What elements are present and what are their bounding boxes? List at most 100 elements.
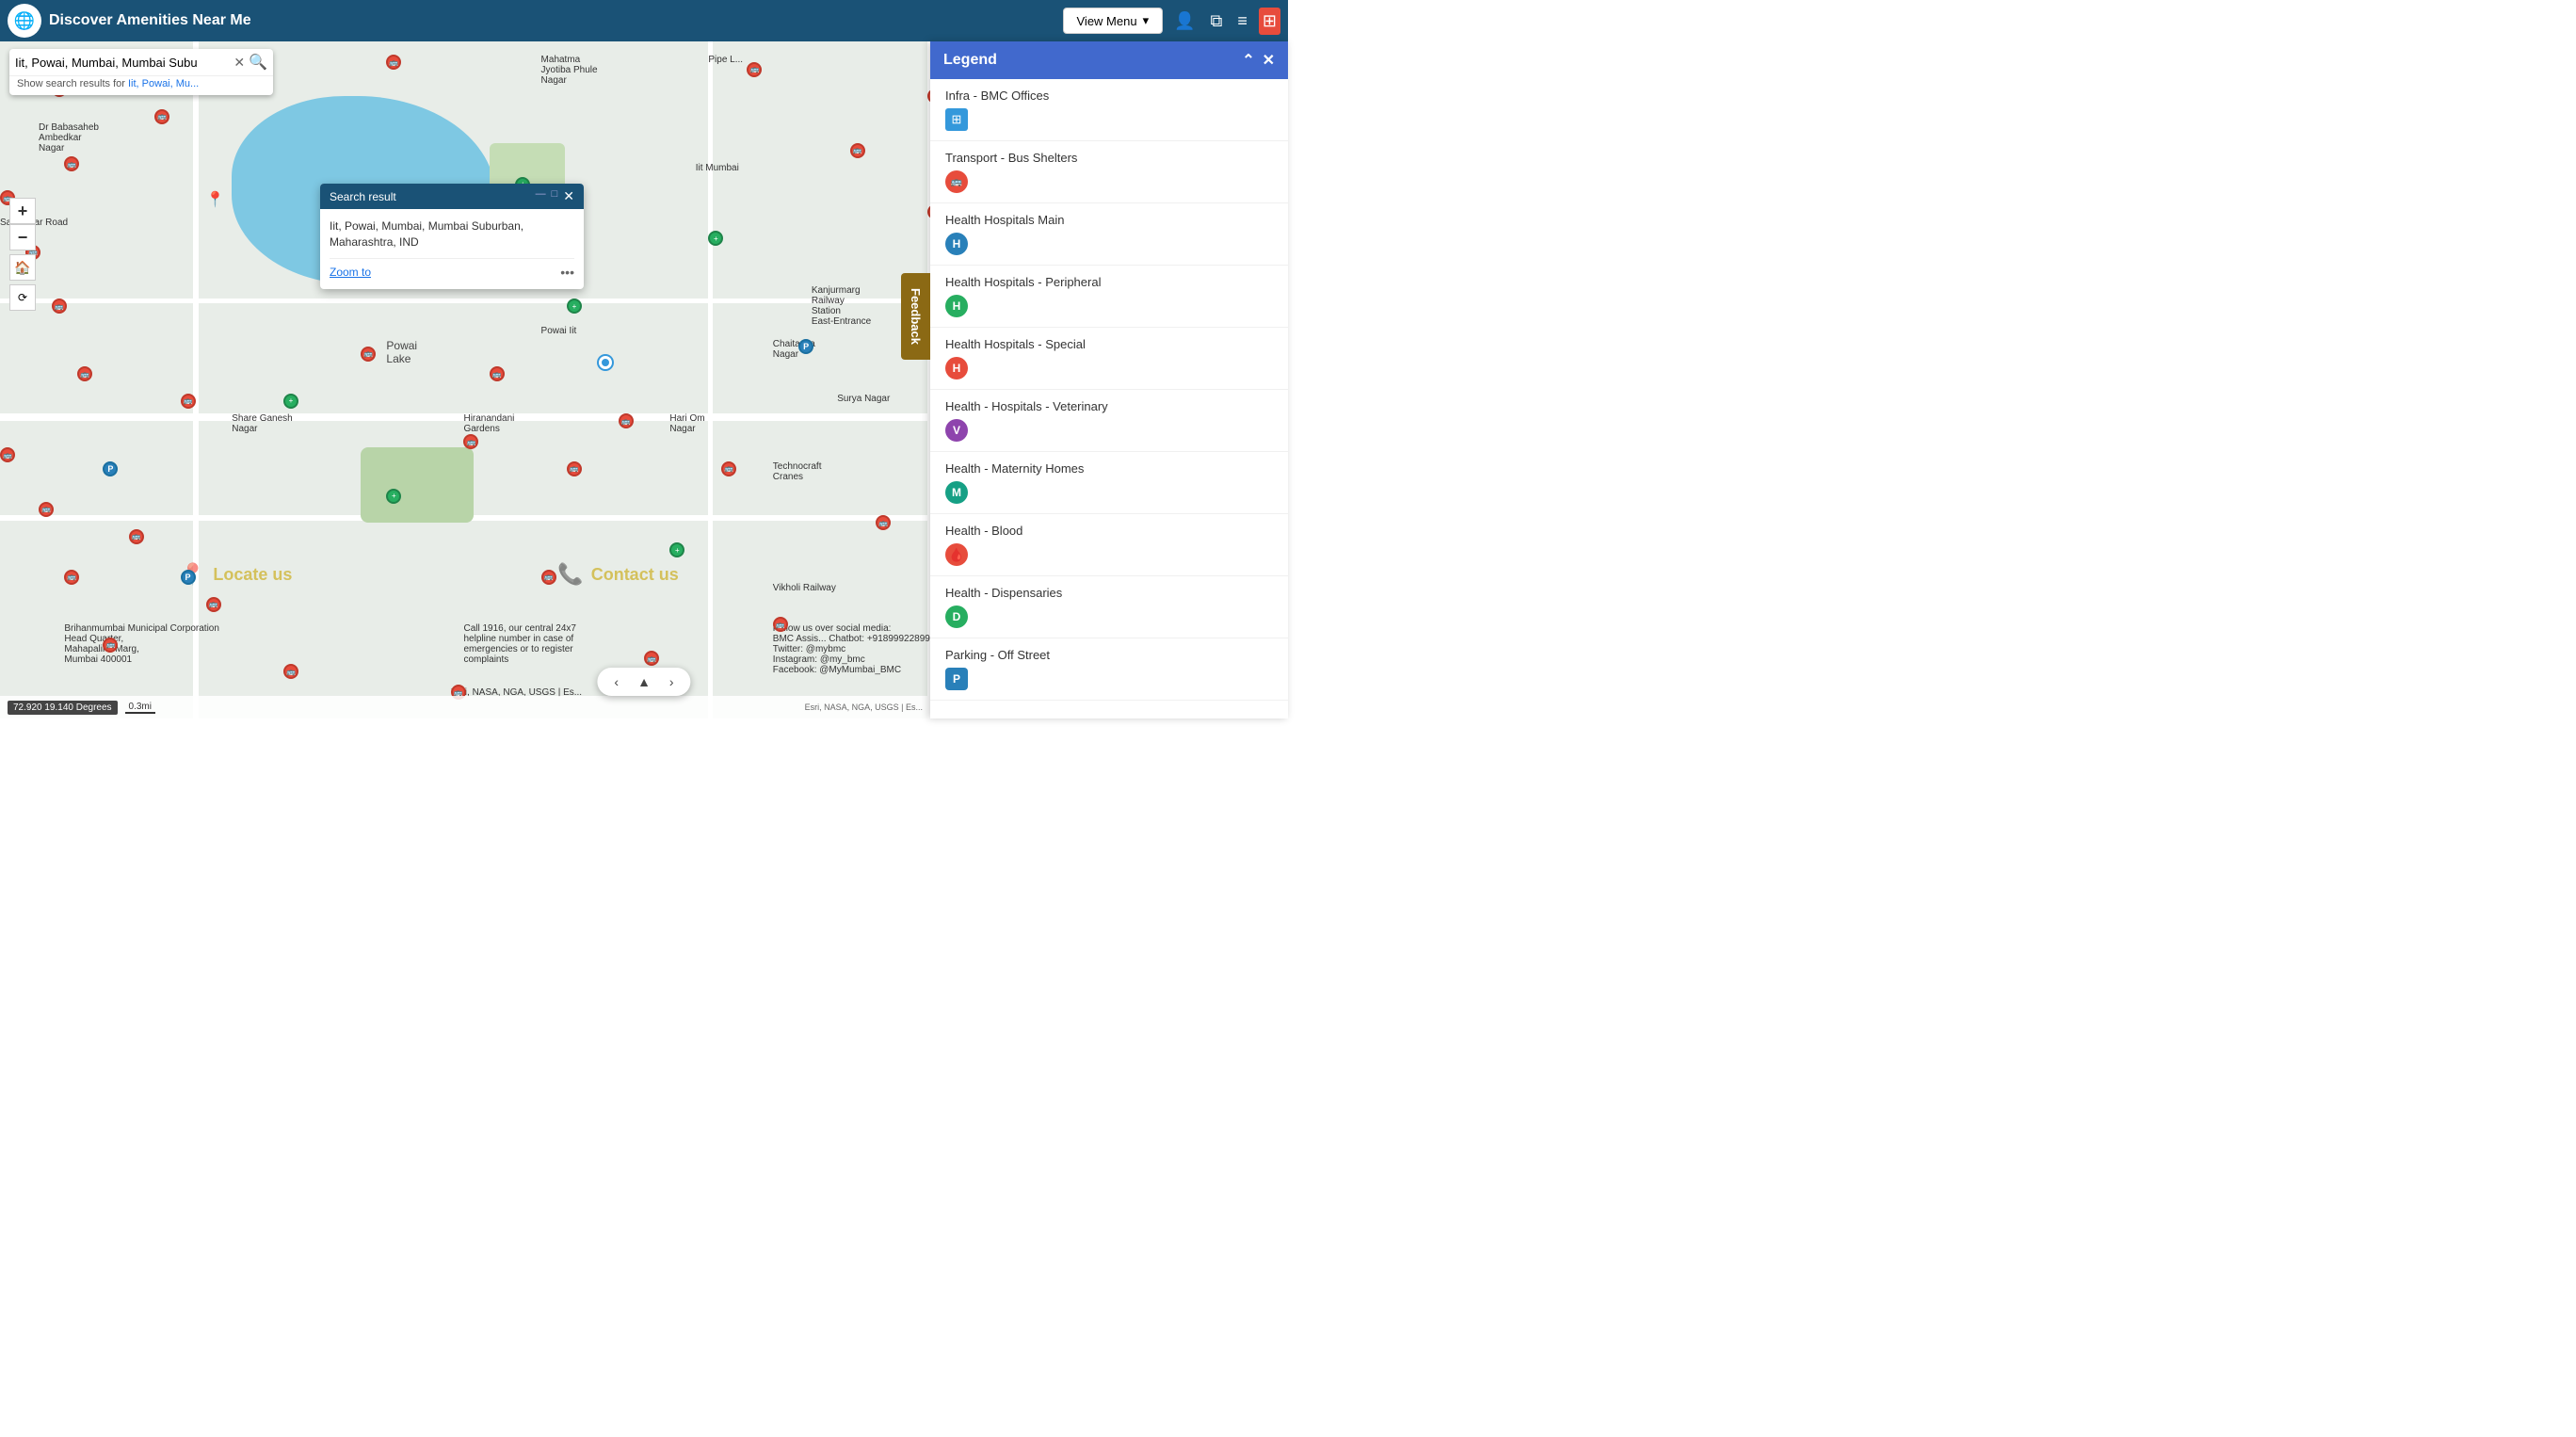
list-icon[interactable]: ≡	[1233, 8, 1251, 35]
feedback-tab[interactable]: Feedback	[901, 273, 930, 360]
bus-pin[interactable]: 🚌	[0, 447, 15, 462]
top-icons: 👤 ⧉ ≡ ⊞	[1170, 8, 1280, 35]
zoom-in-button[interactable]: +	[9, 198, 36, 224]
legend-item-hospitals-main: Health Hospitals Main H	[930, 203, 1288, 266]
map-label-pipe: Pipe L...	[708, 55, 743, 65]
search-input[interactable]	[15, 56, 230, 70]
bus-pin[interactable]: 🚌	[747, 62, 762, 77]
nav-prev-button[interactable]: ‹	[608, 671, 624, 692]
search-result-popup: Search result — □ ✕ Iit, Powai, Mumbai, …	[320, 184, 584, 289]
view-menu-button[interactable]: View Menu ▾	[1063, 8, 1164, 34]
legend-label-bmc-offices: Infra - BMC Offices	[945, 89, 1273, 103]
legend-label-bus-shelters: Transport - Bus Shelters	[945, 151, 1273, 165]
legend-close-button[interactable]: ✕	[1263, 51, 1275, 70]
hospitals-veterinary-icon: V	[945, 419, 968, 442]
bus-pin[interactable]: 🚌	[619, 413, 634, 428]
parking-pin[interactable]: P	[103, 461, 118, 476]
popup-close-button[interactable]: ✕	[563, 188, 574, 204]
popup-body: Iit, Powai, Mumbai, Mumbai Suburban, Mah…	[320, 209, 584, 289]
bus-pin[interactable]: 🚌	[876, 515, 891, 530]
map-label-dr-babasaheb: Dr BabasahebAmbedkarNagar	[39, 122, 99, 153]
parking-off-street-icon: P	[945, 668, 968, 690]
bus-pin[interactable]: 🚌	[129, 529, 144, 544]
popup-title: Search result	[330, 190, 396, 203]
topbar: 🌐 Discover Amenities Near Me View Menu ▾…	[0, 0, 1288, 41]
popup-header: Search result — □ ✕	[320, 184, 584, 209]
nav-next-button[interactable]: ›	[664, 671, 680, 692]
bus-pin[interactable]: 🚌	[490, 366, 505, 381]
bus-pin[interactable]: 🚌	[567, 461, 582, 476]
legend-label-parking-off-street: Parking - Off Street	[945, 648, 1273, 662]
chevron-down-icon: ▾	[1143, 13, 1150, 28]
dispensaries-icon: D	[945, 605, 968, 628]
parking-pin[interactable]: P	[798, 339, 813, 354]
grid-icon[interactable]: ⊞	[1259, 8, 1280, 35]
clear-search-button[interactable]: ✕	[233, 55, 245, 71]
bus-pin[interactable]: 🚌	[644, 651, 659, 666]
app-title: Discover Amenities Near Me	[49, 12, 1063, 29]
coordinates-display: 72.920 19.140 Degrees	[8, 701, 118, 715]
legend-item-bmc-offices: Infra - BMC Offices ⊞	[930, 79, 1288, 141]
map-label-powai: Powai Iit	[541, 326, 577, 336]
health-pin[interactable]: +	[386, 489, 401, 504]
health-pin[interactable]: +	[669, 542, 684, 557]
bus-pin[interactable]: 🚌	[206, 597, 221, 612]
health-pin[interactable]: +	[708, 231, 723, 246]
bus-pin[interactable]: 🚌	[52, 299, 67, 314]
nav-up-button[interactable]: ▲	[632, 671, 656, 692]
popup-address: Iit, Powai, Mumbai, Mumbai Suburban, Mah…	[330, 218, 574, 250]
popup-minimize-button[interactable]: —	[536, 188, 546, 204]
parking-pin[interactable]: P	[181, 570, 196, 585]
app-logo: 🌐	[8, 4, 41, 38]
home-button[interactable]: 🏠	[9, 254, 36, 281]
legend-label-hospitals-veterinary: Health - Hospitals - Veterinary	[945, 399, 1273, 413]
legend-panel: Legend ⌃ ✕ Infra - BMC Offices ⊞ Transpo…	[930, 41, 1288, 718]
bus-pin[interactable]: 🚌	[103, 638, 118, 653]
map-label-iit: Iit Mumbai	[696, 163, 739, 173]
zoom-to-link[interactable]: Zoom to	[330, 266, 371, 279]
health-pin[interactable]: +	[567, 299, 582, 314]
bus-pin[interactable]: 🚌	[181, 394, 196, 409]
view-menu-label: View Menu	[1077, 14, 1137, 28]
special-pin[interactable]: 📍	[206, 190, 225, 209]
layers-icon[interactable]: ⧉	[1207, 8, 1227, 35]
popup-more-button[interactable]: •••	[560, 265, 574, 280]
legend-label-hospitals-main: Health Hospitals Main	[945, 213, 1273, 227]
search-hint-value: Iit, Powai, Mu...	[128, 78, 199, 89]
hospitals-peripheral-icon: H	[945, 295, 968, 317]
bus-shelters-icon: 🚌	[945, 170, 968, 193]
bus-pin[interactable]: 🚌	[463, 434, 478, 449]
legend-item-dispensaries: Health - Dispensaries D	[930, 576, 1288, 638]
legend-header-controls: ⌃ ✕	[1242, 51, 1275, 70]
bus-pin[interactable]: 🚌	[283, 664, 298, 679]
search-button[interactable]: 🔍	[249, 53, 267, 72]
blood-icon: 🩸	[945, 543, 968, 566]
rotate-button[interactable]: ⟳	[9, 284, 36, 311]
bus-pin[interactable]: 🚌	[64, 156, 79, 171]
bus-pin[interactable]: 🚌	[77, 366, 92, 381]
bus-pin[interactable]: 🚌	[361, 347, 376, 362]
legend-label-dispensaries: Health - Dispensaries	[945, 586, 1273, 600]
current-location-dot	[599, 356, 612, 369]
map-label-vikholi: Vikholi Railway	[773, 583, 836, 593]
legend-label-blood: Health - Blood	[945, 524, 1273, 538]
zoom-out-button[interactable]: −	[9, 224, 36, 250]
bus-pin[interactable]: 🚌	[721, 461, 736, 476]
bus-pin[interactable]: 🚌	[64, 570, 79, 585]
bus-pin[interactable]: 🚌	[39, 502, 54, 517]
health-pin[interactable]: +	[283, 394, 298, 409]
bus-pin[interactable]: 🚌	[386, 55, 401, 70]
legend-item-bus-shelters: Transport - Bus Shelters 🚌	[930, 141, 1288, 203]
bus-pin[interactable]: 🚌	[541, 570, 556, 585]
map-label-technocraft: TechnocraftCranes	[773, 461, 822, 482]
legend-label-hospitals-peripheral: Health Hospitals - Peripheral	[945, 275, 1273, 289]
map-label-powai-lake: PowaiLake	[386, 339, 417, 365]
person-icon[interactable]: 👤	[1170, 8, 1199, 35]
legend-collapse-button[interactable]: ⌃	[1242, 51, 1254, 70]
popup-maximize-button[interactable]: □	[552, 188, 558, 204]
map-label-surya: Surya Nagar	[837, 394, 890, 404]
legend-item-hospitals-veterinary: Health - Hospitals - Veterinary V	[930, 390, 1288, 452]
bus-pin[interactable]: 🚌	[154, 109, 169, 124]
bus-pin[interactable]: 🚌	[773, 617, 788, 632]
bus-pin[interactable]: 🚌	[850, 143, 865, 158]
